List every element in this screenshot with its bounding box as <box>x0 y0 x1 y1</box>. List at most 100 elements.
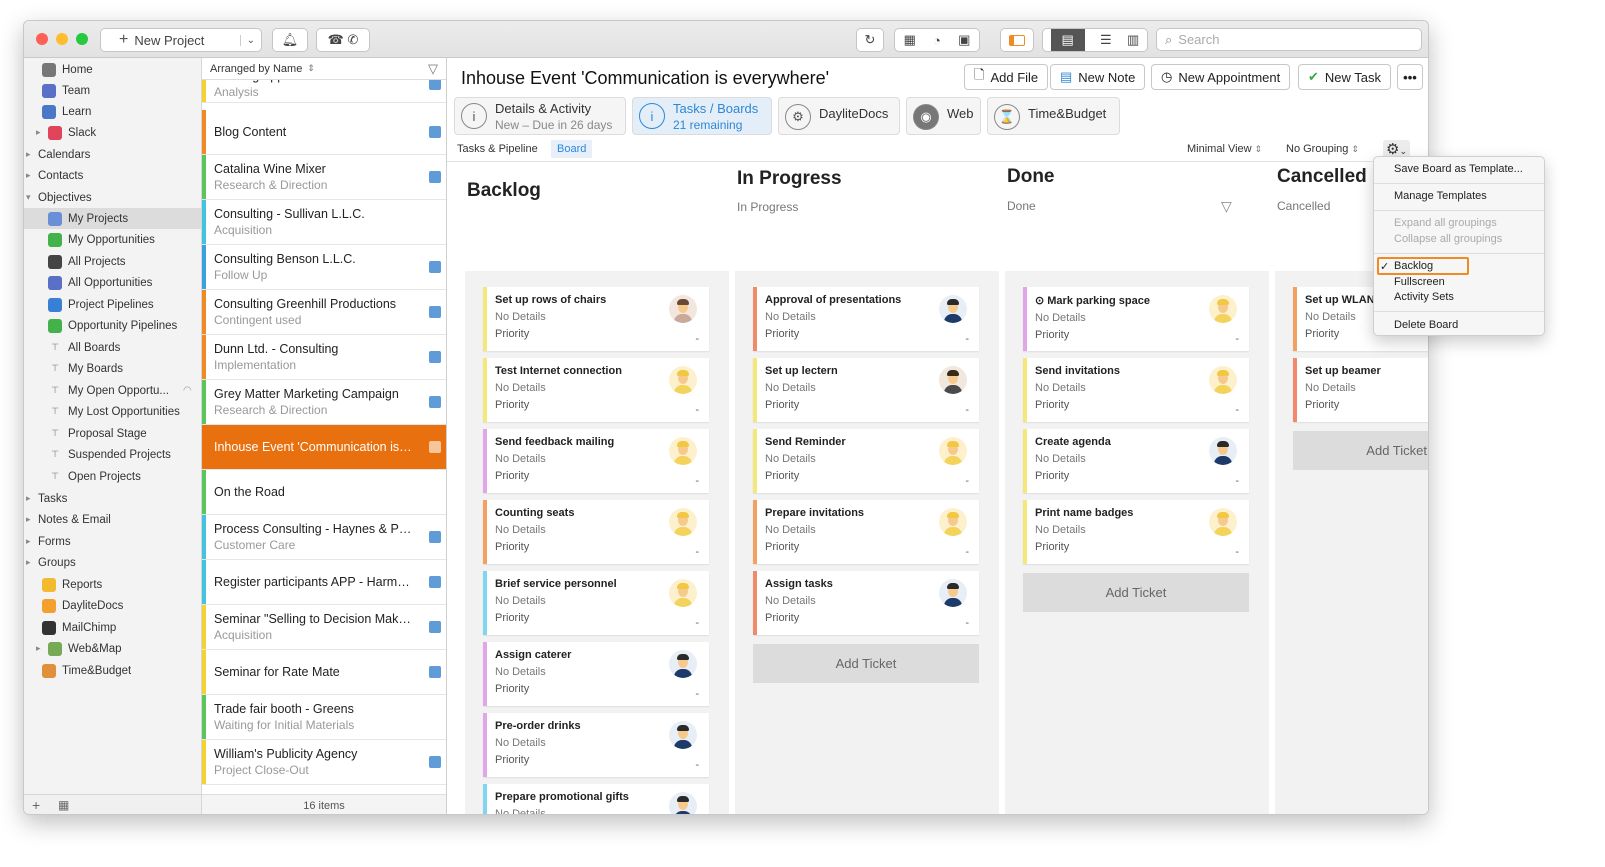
sidebar-item-calendars[interactable]: ▸ Calendars <box>24 144 201 165</box>
list-item[interactable]: Dunn Ltd. - Consulting Implementation <box>202 335 446 380</box>
new-appointment-button[interactable]: ◷ New Appointment <box>1151 64 1291 90</box>
list-item[interactable]: Inhouse Event 'Communication is e... <box>202 425 446 470</box>
menu-manage-templates[interactable]: Manage Templates <box>1394 190 1487 202</box>
menu-activity-sets[interactable]: Activity Sets <box>1394 291 1454 303</box>
tab-web[interactable]: ◉ Web <box>906 97 981 135</box>
avatar[interactable] <box>669 792 697 814</box>
task-card[interactable]: Approval of presentations No Details Prior… <box>753 287 979 351</box>
list-item[interactable]: Grey Matter Marketing Campaign Research &… <box>202 380 446 425</box>
sidebar-item-proposal-stage[interactable]: ⊤ Proposal Stage <box>24 423 201 444</box>
disclosure-triangle-icon[interactable]: ▸ <box>26 493 36 504</box>
task-card[interactable]: Set up beamer No Details Priority <box>1293 358 1428 422</box>
sidebar-item-time-budget[interactable]: Time&Budget <box>24 660 201 681</box>
list-item[interactable]: Catalina Wine Mixer Research & Direction <box>202 155 446 200</box>
task-card[interactable]: Pre-order drinks No Details Priority - <box>483 713 709 777</box>
task-card[interactable]: Send feedback mailing No Details Priority - <box>483 429 709 493</box>
list-item[interactable]: William's Publicity Agency Project Close-… <box>202 740 446 785</box>
list-item[interactable]: Consulting Benson L.L.C. Follow Up <box>202 245 446 290</box>
sidebar-item-notes-email[interactable]: ▸ Notes & Email <box>24 509 201 530</box>
list-item[interactable]: Blog Content <box>202 110 446 155</box>
list-item[interactable]: Register participants APP - Harmo... <box>202 560 446 605</box>
more-button[interactable]: ••• <box>1397 64 1423 90</box>
sidebar-item-web-map[interactable]: ▸ Web&Map <box>24 638 201 659</box>
search-field[interactable]: ⌕ Search <box>1156 28 1422 51</box>
disclosure-triangle-icon[interactable]: ▸ <box>26 149 36 160</box>
avatar[interactable] <box>669 579 697 607</box>
avatar[interactable] <box>1209 295 1237 323</box>
disclosure-triangle-icon[interactable]: ▸ <box>36 127 46 138</box>
grouping-select[interactable]: No Grouping ⇕ <box>1286 143 1359 155</box>
avatar[interactable] <box>669 650 697 678</box>
list-item[interactable]: Process Consulting - Haynes & Par... Cust… <box>202 515 446 560</box>
avatar[interactable] <box>669 721 697 749</box>
new-note-button[interactable]: ▤ New Note <box>1050 64 1146 90</box>
filter-icon[interactable]: ▽ <box>428 61 438 77</box>
chart-view-icon[interactable]: ▥ <box>1127 32 1139 48</box>
tab-daylitedocs[interactable]: ⚙ DayliteDocs <box>778 97 900 135</box>
timer-icon[interactable]: ◔ <box>933 33 941 48</box>
add-ticket-button[interactable]: Add Ticket <box>1293 431 1428 470</box>
inspector-icon[interactable]: ▣ <box>958 32 970 48</box>
list-item[interactable]: Seminar for Rate Mate <box>202 650 446 695</box>
menu-fullscreen[interactable]: Fullscreen <box>1394 276 1445 288</box>
disclosure-triangle-icon[interactable]: ▸ <box>36 643 46 654</box>
disclosure-triangle-icon[interactable]: ▸ <box>26 536 36 547</box>
task-card[interactable]: Create agenda No Details Priority - <box>1023 429 1249 493</box>
task-card[interactable]: Prepare promotional giftsNo DetailsPrior… <box>483 784 709 814</box>
view-select[interactable]: Minimal View ⇕ <box>1187 143 1262 155</box>
list-item[interactable]: Consulting Greenhill Productions Continge… <box>202 290 446 335</box>
task-card[interactable]: ⊙ Mark parking space No Details Priority - <box>1023 287 1249 351</box>
avatar[interactable] <box>939 366 967 394</box>
sidebar-item-all-opportunities[interactable]: All Opportunities <box>24 272 201 293</box>
sidebar-item-opportunity-pipelines[interactable]: Opportunity Pipelines <box>24 315 201 336</box>
sidebar-item-tasks[interactable]: ▸ Tasks <box>24 488 201 509</box>
avatar[interactable] <box>939 508 967 536</box>
task-card[interactable]: Set up lectern No Details Priority - <box>753 358 979 422</box>
menu-save-template[interactable]: Save Board as Template... <box>1394 163 1523 175</box>
task-card[interactable]: Set up rows of chairs No Details Priority - <box>483 287 709 351</box>
split-view-icon[interactable]: ▤ <box>1050 29 1085 51</box>
sidebar-item-learn[interactable]: Learn <box>24 101 201 122</box>
sidebar-item-suspended-projects[interactable]: ⊤ Suspended Projects <box>24 444 201 465</box>
tab-board[interactable]: Board <box>551 140 593 158</box>
sidebar-item-my-lost-opportunities[interactable]: ⊤ My Lost Opportunities <box>24 401 201 422</box>
list-item[interactable]: On the Road <box>202 470 446 515</box>
tab-tasks-boards[interactable]: i Tasks / Boards 21 remaining <box>632 97 772 135</box>
task-card[interactable]: Prepare invitations No Details Priority - <box>753 500 979 564</box>
sidebar-toggle-button[interactable] <box>1000 28 1034 52</box>
tab-details-activity[interactable]: i Details & Activity New – Due in 26 days <box>454 97 626 135</box>
avatar[interactable] <box>669 437 697 465</box>
disclosure-triangle-icon[interactable]: ▾ <box>26 192 36 203</box>
sidebar-item-project-pipelines[interactable]: Project Pipelines <box>24 294 201 315</box>
sidebar-item-reports[interactable]: Reports <box>24 574 201 595</box>
add-file-button[interactable]: 🗋 Add File <box>964 64 1049 90</box>
menu-backlog[interactable]: Backlog <box>1394 260 1433 272</box>
list-view-icon[interactable]: ☰ <box>1100 32 1112 48</box>
disclosure-triangle-icon[interactable]: ▸ <box>26 557 36 568</box>
sidebar-item-my-open-opportu[interactable]: ⊤ My Open Opportu... ◠ <box>24 380 201 401</box>
sidebar-item-daylitedocs[interactable]: DayliteDocs <box>24 595 201 616</box>
sidebar-item-open-projects[interactable]: ⊤ Open Projects <box>24 466 201 487</box>
avatar[interactable] <box>669 295 697 323</box>
chevron-down-icon[interactable]: ⌄ <box>239 34 255 46</box>
minimize-window-button[interactable] <box>56 33 68 45</box>
task-card[interactable]: Assign tasks No Details Priority - <box>753 571 979 635</box>
sidebar-item-my-projects[interactable]: My Projects <box>24 208 201 229</box>
close-window-button[interactable] <box>36 33 48 45</box>
disclosure-triangle-icon[interactable]: ▸ <box>26 170 36 181</box>
task-card[interactable]: Send Reminder No Details Priority - <box>753 429 979 493</box>
task-card[interactable]: Send invitations No Details Priority - <box>1023 358 1249 422</box>
sidebar-item-all-boards[interactable]: ⊤ All Boards <box>24 337 201 358</box>
sidebar-item-slack[interactable]: ▸ Slack <box>24 122 201 143</box>
avatar[interactable] <box>1209 508 1237 536</box>
sidebar-item-forms[interactable]: ▸ Forms <box>24 531 201 552</box>
sidebar-item-team[interactable]: Team <box>24 80 201 101</box>
notifications-button[interactable]: 🔔︎ <box>272 28 308 52</box>
avatar[interactable] <box>1209 366 1237 394</box>
sidebar-item-contacts[interactable]: ▸ Contacts <box>24 165 201 186</box>
add-icon[interactable]: + <box>32 797 40 813</box>
avatar[interactable] <box>939 295 967 323</box>
sync-button[interactable]: ↻ <box>856 28 884 52</box>
list-sort-header[interactable]: Arranged by Name ⇕ ▽ <box>202 58 446 80</box>
avatar[interactable] <box>1209 437 1237 465</box>
